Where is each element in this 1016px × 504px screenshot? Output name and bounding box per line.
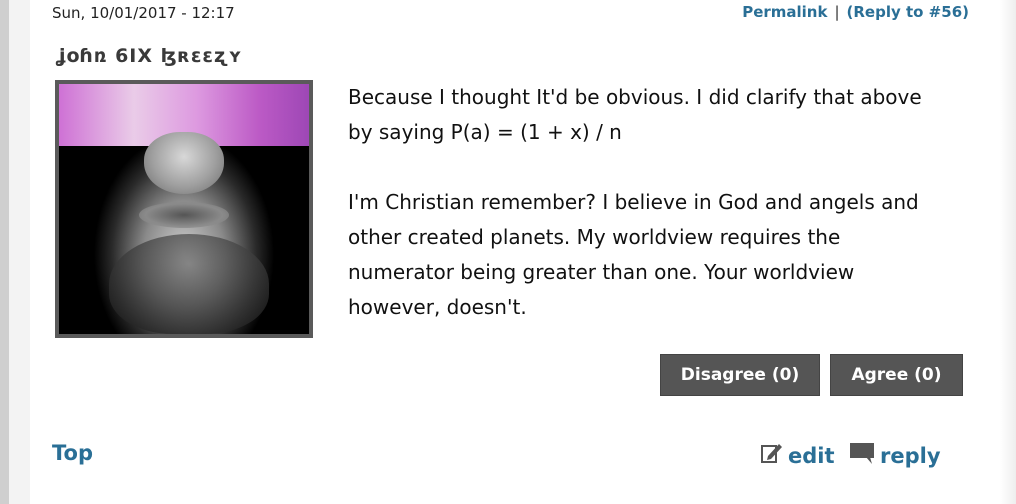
- speech-bubble-icon: [848, 441, 876, 470]
- avatar[interactable]: [55, 80, 313, 338]
- avatar-image: [59, 84, 309, 334]
- edit-pencil-icon: [760, 441, 784, 470]
- author-username[interactable]: ʝօɦռ 6IX ɮʀɛɛʐʏ: [59, 45, 243, 67]
- post-paragraph: Because I thought It'd be obvious. I did…: [348, 85, 922, 144]
- reply-to-link[interactable]: (Reply to #56): [847, 3, 969, 21]
- right-border: [1000, 0, 1016, 504]
- post-date: Sun, 10/01/2017 - 12:17: [52, 4, 235, 22]
- disagree-button[interactable]: Disagree (0): [660, 354, 820, 396]
- permalink-link[interactable]: Permalink: [742, 3, 827, 21]
- top-link[interactable]: Top: [52, 441, 93, 465]
- post-body: Because I thought It'd be obvious. I did…: [348, 80, 948, 360]
- post-paragraph: I'm Christian remember? I believe in God…: [348, 190, 919, 319]
- reply-label: reply: [880, 443, 941, 468]
- avatar-mouth-shade: [139, 202, 229, 228]
- left-border: [0, 0, 9, 504]
- post-links: Permalink | (Reply to #56): [742, 3, 969, 21]
- edit-link[interactable]: edit: [760, 441, 835, 470]
- links-separator: |: [834, 3, 840, 21]
- agree-button[interactable]: Agree (0): [830, 354, 963, 396]
- avatar-nose-shade: [144, 132, 224, 194]
- reply-link[interactable]: reply: [848, 441, 941, 470]
- avatar-beard-shade: [109, 234, 269, 334]
- comment-post: Sun, 10/01/2017 - 12:17 Permalink | (Reply…: [30, 0, 1016, 504]
- edit-label: edit: [788, 443, 835, 468]
